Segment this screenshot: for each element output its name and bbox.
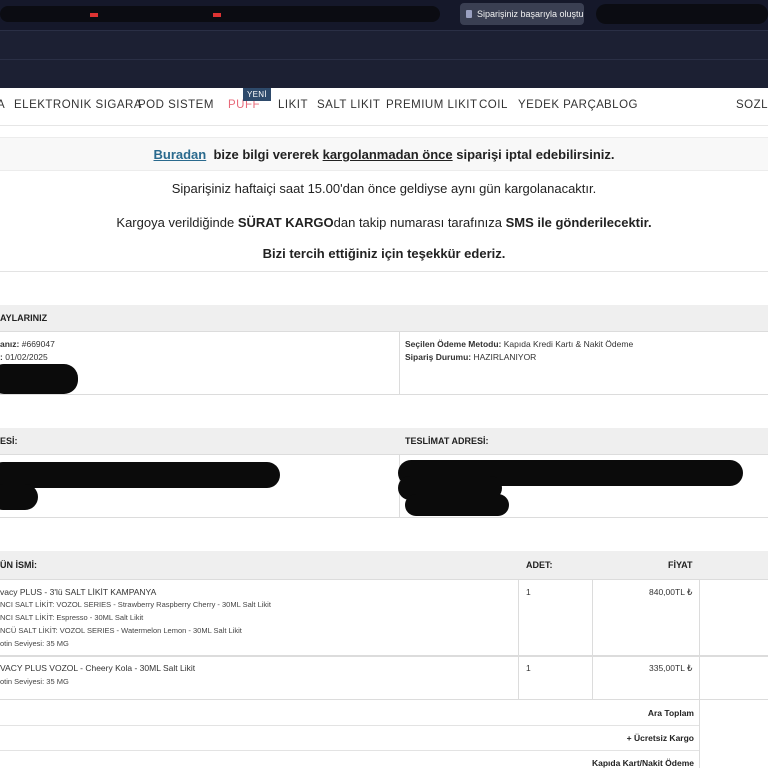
main-nav: A ELEKTRONIK SIGARA POD SISTEM PUFF YENİ… [0, 88, 768, 126]
product-detail: NCI SALT LİKİT: VOZOL SERIES - Strawberr… [0, 600, 271, 609]
redaction [0, 484, 38, 510]
nav-item-elektronik-sigara[interactable]: ELEKTRONIK SIGARA [14, 99, 142, 111]
redaction [405, 494, 509, 516]
notice-underlined: kargolanmadan önce [322, 147, 453, 162]
payment-method: Seçilen Ödeme Metodu: Kapıda Kredi Kartı… [405, 339, 634, 349]
nav-item-partial[interactable]: A [0, 99, 5, 111]
notice-text: siparişi iptal edebilirsiniz. [456, 147, 615, 162]
sms-text: SMS ile gönderilecektir. [505, 215, 652, 230]
browser-tab-strip: Siparişiniz başarıyla oluştu [0, 0, 768, 30]
billing-address-title: ESİ: [0, 436, 18, 446]
section-title: AYLARINIZ [0, 313, 48, 323]
shipping-label: + Ücretsiz Kargo [626, 733, 694, 743]
notice-text: bize bilgi vererek [213, 147, 319, 162]
browser-toolbar [0, 30, 768, 88]
nav-item-likit[interactable]: LIKIT [278, 99, 308, 111]
order-date: : 01/02/2025 [0, 352, 48, 362]
nav-item-coil[interactable]: COIL [479, 99, 508, 111]
qty-header: ADET: [526, 560, 553, 570]
product-detail: NCI SALT LİKİT: Espresso - 30ML Salt Lik… [0, 613, 144, 622]
redaction [0, 462, 280, 488]
redaction [90, 13, 98, 17]
product-name: VACY PLUS VOZOL - Cheery Kola - 30ML Sal… [0, 663, 196, 673]
order-number: anız: #669047 [0, 339, 55, 349]
cargo-company: SÜRAT KARGO [237, 215, 334, 230]
thanks-message: Bizi tercih ettiğiniz için teşekkür eder… [0, 246, 768, 261]
redaction [0, 364, 78, 394]
payment-fee-label: Kapıda Kart/Nakit Ödeme [591, 758, 694, 768]
new-badge: YENİ [243, 88, 271, 101]
favicon-icon [466, 10, 472, 18]
notification-toast[interactable]: Siparişiniz başarıyla oluştu [460, 3, 584, 25]
product-detail: otin Seviyesi: 35 MG [0, 677, 69, 686]
shipping-time-notice: Siparişiniz haftaiçi saat 15.00'dan önce… [171, 181, 597, 196]
nav-item-blog[interactable]: BLOG [604, 99, 638, 111]
product-name-header: ÜN İSMİ: [0, 560, 37, 570]
nav-item-premium-likit[interactable]: PREMIUM LIKIT [386, 99, 477, 111]
thanks-text: Bizi tercih ettiğiniz için teşekkür eder… [262, 246, 506, 261]
nav-item-salt-likit[interactable]: SALT LIKIT [317, 99, 380, 111]
cancel-link[interactable]: Buradan [154, 147, 207, 162]
products-header: ÜN İSMİ: ADET: FİYAT [0, 551, 768, 579]
cargo-text: dan takip numarası tarafınıza [333, 215, 503, 230]
product-qty: 1 [526, 663, 531, 673]
nav-item-sozlesme[interactable]: SOZLE [736, 99, 768, 111]
nav-item-yedek-parca[interactable]: YEDEK PARÇA [518, 99, 604, 111]
cancel-notice: Buradan bize bilgi vererek kargolanmadan… [0, 147, 768, 162]
nav-item-pod-sistem[interactable]: POD SISTEM [138, 99, 214, 111]
order-details-box [0, 331, 768, 395]
product-price: 335,00TL ₺ [649, 663, 693, 673]
redaction [213, 13, 221, 17]
order-status: Sipariş Durumu: HAZIRLANIYOR [405, 352, 537, 362]
cargo-text: Kargoya verildiğinde [116, 215, 235, 230]
product-price: 840,00TL ₺ [649, 587, 693, 597]
address-header: ESİ: TESLİMAT ADRESİ: [0, 428, 768, 454]
order-details-header: AYLARINIZ [0, 305, 768, 331]
shipping-address-title: TESLİMAT ADRESİ: [405, 436, 489, 446]
product-detail: NCÜ SALT LİKİT: VOZOL SERIES - Watermelo… [0, 626, 242, 635]
product-detail: otin Seviyesi: 35 MG [0, 639, 69, 648]
notification-text: Siparişiniz başarıyla oluştu [477, 9, 584, 19]
price-header: FİYAT [668, 560, 693, 570]
subtotal-label: Ara Toplam [647, 708, 694, 718]
cargo-notice: Kargoya verildiğinde SÜRAT KARGOdan taki… [0, 215, 768, 230]
product-qty: 1 [526, 587, 531, 597]
redaction [596, 4, 768, 24]
product-name: vacy PLUS - 3'lü SALT LİKİT KAMPANYA [0, 587, 157, 597]
